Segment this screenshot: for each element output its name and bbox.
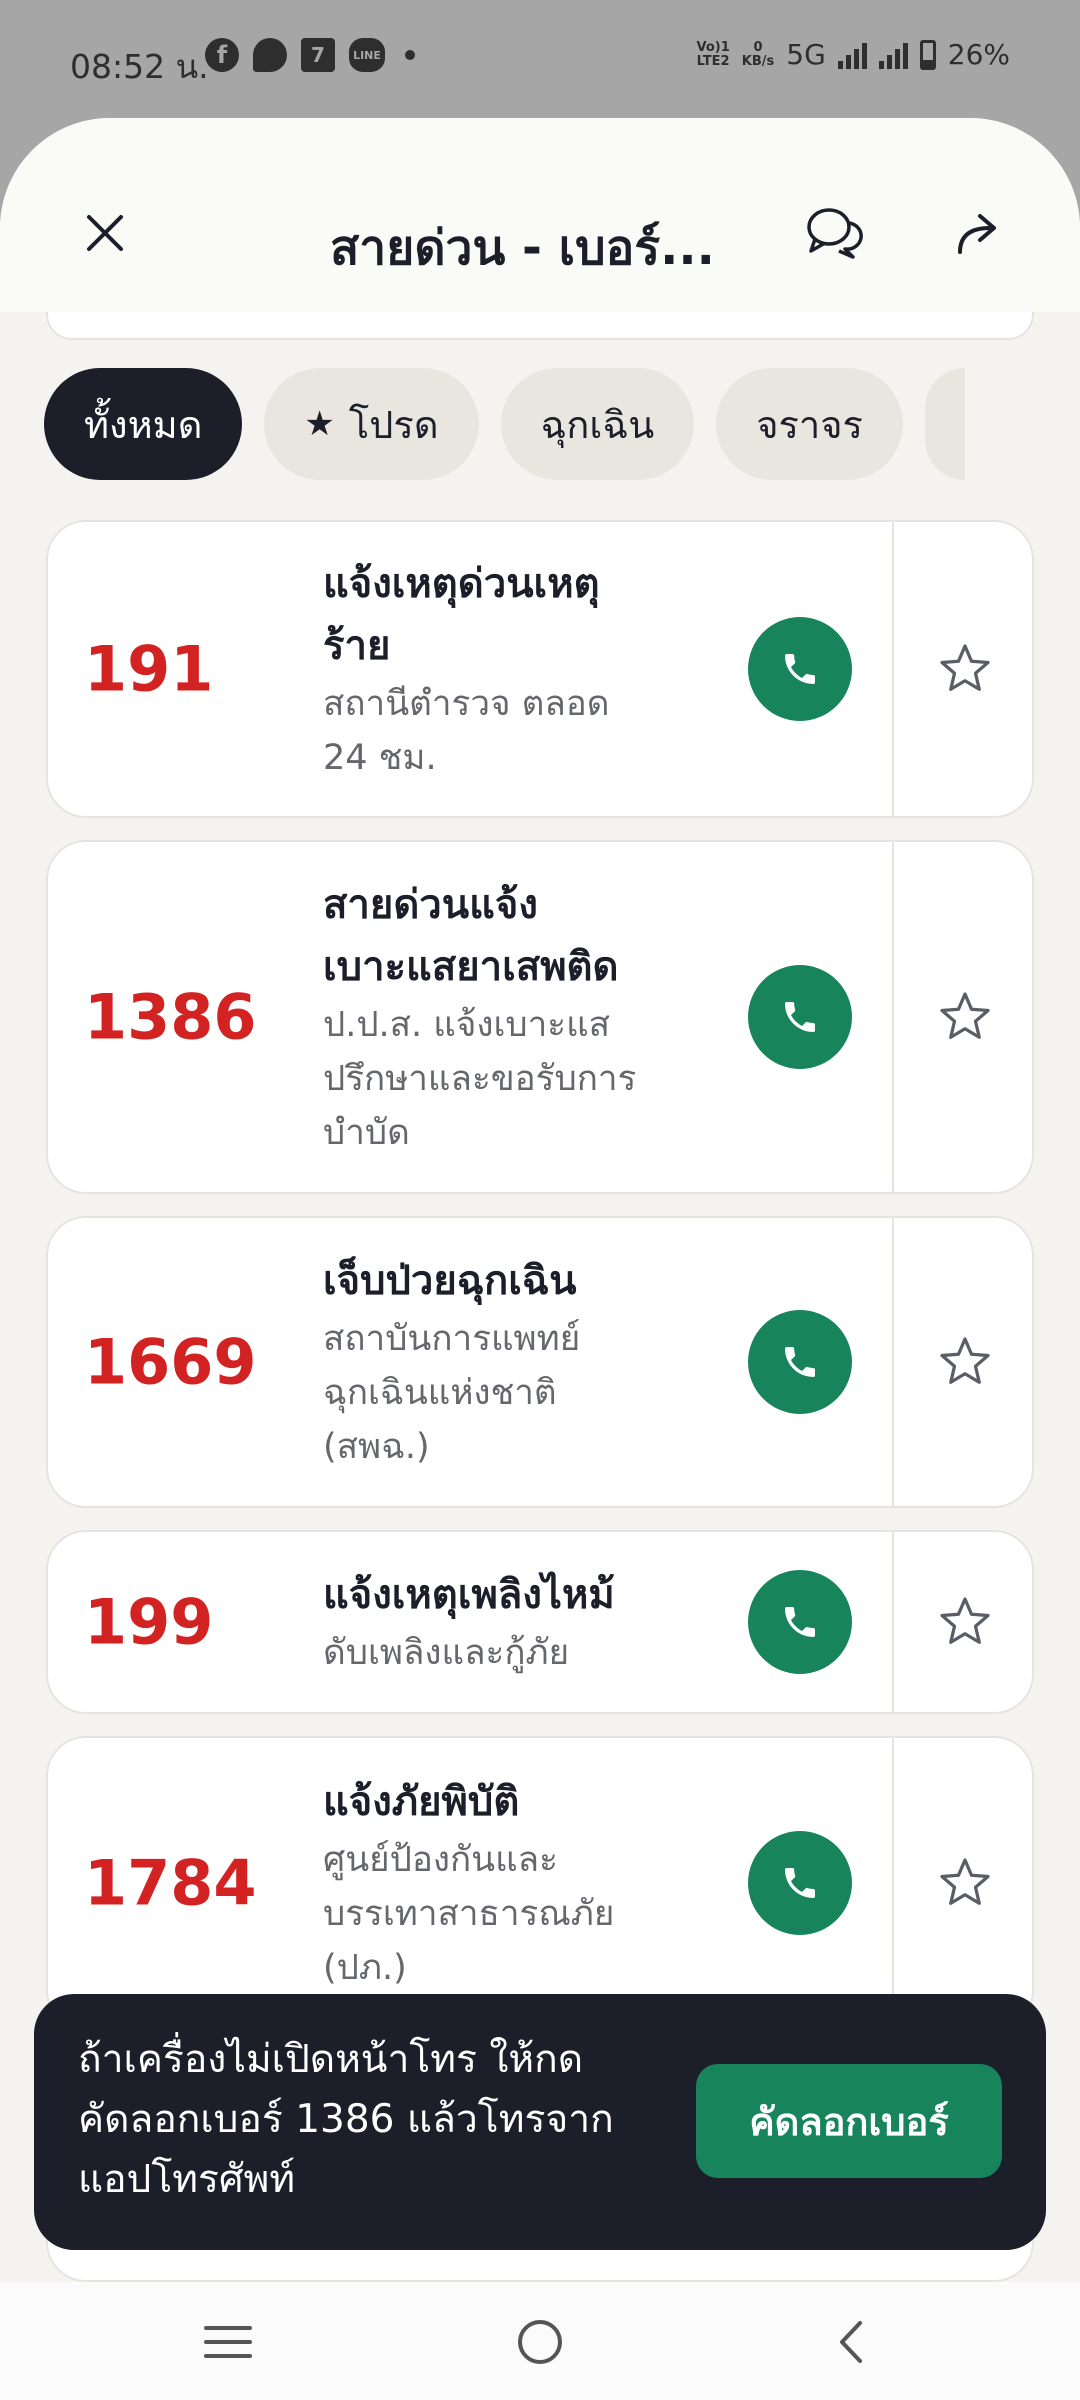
back-chevron-icon xyxy=(840,2321,862,2363)
hotline-card-1386: 1386 สายด่วนแจ้ง เบาะแสยาเสพติด ป.ป.ส. แจ… xyxy=(46,840,1034,1194)
line-icon: LINE xyxy=(349,38,385,72)
call-button[interactable] xyxy=(748,1831,852,1935)
recent-apps-button[interactable] xyxy=(188,2302,268,2382)
hotline-info: แจ้งเหตุเพลิงไหม้ ดับเพลิงและกู้ภัย xyxy=(323,1532,743,1712)
phone-icon xyxy=(785,654,815,684)
call-button[interactable] xyxy=(748,1310,852,1414)
page-title: สายด่วน - เบอร์... xyxy=(330,220,715,276)
star-outline-icon xyxy=(940,644,990,691)
chip-all[interactable]: ทั้งหมด xyxy=(44,368,243,480)
network-speed: 0 KB/s xyxy=(741,39,775,69)
network-type: 5G xyxy=(786,38,826,71)
star-outline-icon xyxy=(940,1597,990,1644)
chip-traffic[interactable]: จราจร xyxy=(716,368,903,480)
hotline-info: เจ็บป่วยฉุกเฉิน สถาบันการแพทย์ ฉุกเฉินแห่… xyxy=(323,1218,743,1506)
hotline-description: ป.ป.ส. แจ้งเบาะแส ปรึกษาและขอรับการ บำบัด xyxy=(323,1005,637,1153)
hotline-number: 1669 xyxy=(84,1325,257,1399)
status-time: 08:52 น. xyxy=(70,47,209,86)
hotline-number: 199 xyxy=(84,1585,214,1659)
signal-icon xyxy=(837,41,867,69)
share-button[interactable] xyxy=(932,188,1022,278)
chat-button[interactable] xyxy=(788,188,878,278)
star-outline-icon xyxy=(940,992,990,1039)
hotline-description: สถานีตำรวจ ตลอด 24 ชม. xyxy=(323,684,610,778)
battery-level: 26% xyxy=(947,38,1010,71)
hotline-number: 191 xyxy=(84,632,214,706)
messenger-icon xyxy=(253,38,287,72)
hotline-sheet: สายด่วน - เบอร์... ทั้งหมด ★ โปรด ฉุกเฉิน… xyxy=(0,118,1080,2282)
close-icon xyxy=(87,215,123,251)
status-bar: 08:52 น. f 7 LINE Vo)1 LTE2 0 KB/s 5G 26… xyxy=(0,0,1080,118)
hotline-card-191: 191 แจ้งเหตุด่วนเหตุ ร้าย สถานีตำรวจ ตลอด… xyxy=(46,520,1034,818)
signal-icon xyxy=(878,41,908,69)
hotline-title: แจ้งเหตุด่วนเหตุ ร้าย xyxy=(323,561,600,669)
favorite-button[interactable] xyxy=(894,842,1032,1192)
seven-eleven-icon: 7 xyxy=(301,38,335,72)
hotline-title: แจ้งภัยพิบัติ xyxy=(323,1779,520,1825)
hotline-title: แจ้งเหตุเพลิงไหม้ xyxy=(323,1572,615,1618)
hotline-description: ดับเพลิงและกู้ภัย xyxy=(323,1633,570,1673)
hotline-title: เจ็บป่วยฉุกเฉิน xyxy=(323,1258,577,1304)
phone-icon xyxy=(785,1607,815,1637)
phone-icon xyxy=(785,1002,815,1032)
chip-emergency[interactable]: ฉุกเฉิน xyxy=(500,368,695,480)
call-button[interactable] xyxy=(748,617,852,721)
hotline-card-199: 199 แจ้งเหตุเพลิงไหม้ ดับเพลิงและกู้ภัย xyxy=(46,1530,1034,1714)
system-nav-bar xyxy=(0,2282,1080,2400)
hotline-description: สถาบันการแพทย์ ฉุกเฉินแห่งชาติ (สพฉ.) xyxy=(323,1319,581,1467)
filter-chips: ทั้งหมด ★ โปรด ฉุกเฉิน จราจร xyxy=(44,368,1036,480)
home-button[interactable] xyxy=(500,2302,580,2382)
star-outline-icon xyxy=(940,1858,990,1905)
chip-favorites[interactable]: ★ โปรด xyxy=(264,368,479,480)
star-icon: ★ xyxy=(304,404,335,444)
toast-message: ถ้าเครื่องไม่เปิดหน้าโทร ให้กด คัดลอกเบอ… xyxy=(78,2037,614,2202)
phone-icon xyxy=(785,1347,815,1377)
star-outline-icon xyxy=(940,1337,990,1384)
hotline-card-1784: 1784 แจ้งภัยพิบัติ ศูนย์ป้องกันและ บรรเทา… xyxy=(46,1736,1034,2030)
more-notifications-dot xyxy=(405,50,415,60)
facebook-icon: f xyxy=(205,38,239,72)
favorite-button[interactable] xyxy=(894,522,1032,816)
favorite-button[interactable] xyxy=(894,1218,1032,1506)
call-button[interactable] xyxy=(748,965,852,1069)
home-circle-icon xyxy=(518,2320,562,2364)
chat-icon xyxy=(807,208,863,259)
hotline-description: ศูนย์ป้องกันและ บรรเทาสาธารณภัย (ปภ.) xyxy=(323,1840,615,1988)
copy-number-button[interactable]: คัดลอกเบอร์ xyxy=(696,2064,1002,2178)
hotline-title: สายด่วนแจ้ง เบาะแสยาเสพติด xyxy=(323,882,619,990)
call-button[interactable] xyxy=(748,1570,852,1674)
chip-more[interactable] xyxy=(924,368,965,480)
volte-indicator: Vo)1 LTE2 xyxy=(696,39,730,69)
hotline-info: แจ้งภัยพิบัติ ศูนย์ป้องกันและ บรรเทาสาธาร… xyxy=(323,1738,743,2028)
close-button[interactable] xyxy=(60,188,150,278)
system-icons: Vo)1 LTE2 0 KB/s 5G 26% xyxy=(697,38,1011,71)
hotline-card-1669: 1669 เจ็บป่วยฉุกเฉิน สถาบันการแพทย์ ฉุกเฉ… xyxy=(46,1216,1034,1508)
favorite-button[interactable] xyxy=(894,1738,1032,2028)
notification-icons: f 7 LINE xyxy=(205,38,415,72)
phone-icon xyxy=(785,1868,815,1898)
hotline-info: แจ้งเหตุด่วนเหตุ ร้าย สถานีตำรวจ ตลอด 24 ช… xyxy=(323,522,743,816)
hotline-info: สายด่วนแจ้ง เบาะแสยาเสพติด ป.ป.ส. แจ้งเบา… xyxy=(323,842,743,1192)
menu-icon xyxy=(204,2326,252,2358)
favorite-button[interactable] xyxy=(894,1532,1032,1712)
copy-number-toast: ถ้าเครื่องไม่เปิดหน้าโทร ให้กด คัดลอกเบอ… xyxy=(34,1994,1046,2250)
sheet-header: สายด่วน - เบอร์... xyxy=(0,118,1080,312)
battery-icon xyxy=(919,39,936,70)
hotline-number: 1386 xyxy=(84,980,257,1054)
hotline-number: 1784 xyxy=(84,1846,257,1920)
share-icon xyxy=(958,214,996,254)
back-button[interactable] xyxy=(812,2302,892,2382)
